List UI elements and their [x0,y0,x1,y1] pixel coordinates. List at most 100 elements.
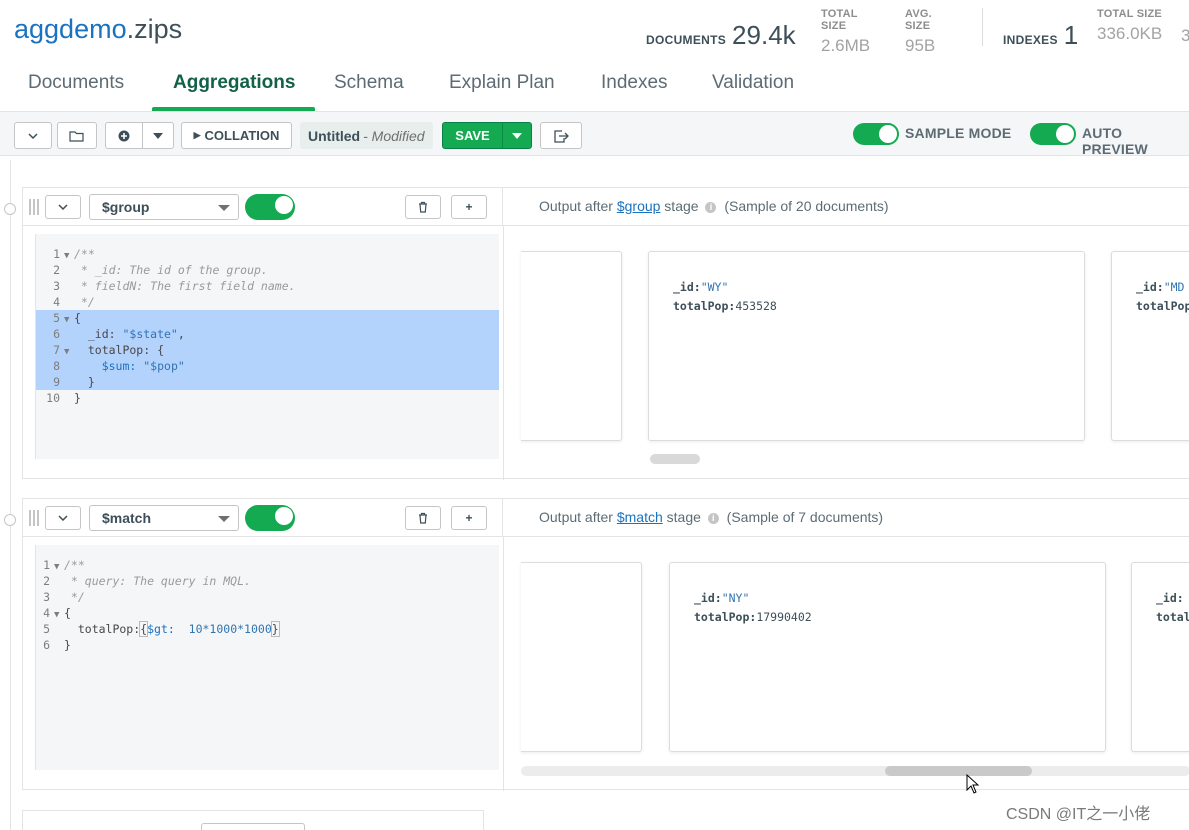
sample-mode-toggle[interactable] [853,123,899,145]
delete-stage-button[interactable] [405,506,441,530]
index-avg-size-value: 3 [1181,26,1189,45]
collection-name: .zips [126,14,183,44]
document-card: _id:"NY" totalPop:17990402 [669,562,1106,752]
code-line: 1 ▼/** [43,558,85,572]
caret-down-icon [218,516,230,522]
plus-circle-icon [118,130,130,141]
horizontal-scrollbar[interactable] [885,766,1032,776]
pipeline-name[interactable]: Untitled - Modified [300,122,433,149]
stage-match: $match + 1 ▼/** 2 * query: The query in M… [22,498,1189,791]
delete-stage-button[interactable] [405,195,441,219]
total-size-label: TOTAL SIZE [821,8,858,32]
code-line: 6 _id: "$state", [36,326,499,342]
stage-header: $group + [23,188,503,226]
code-line: 5 totalPop:{$gt: 10*1000*1000} [43,621,280,637]
collapse-stage-button[interactable] [45,506,81,530]
collapse-stage-button[interactable] [45,195,81,219]
info-icon[interactable]: i [705,202,717,213]
stage-docs-link[interactable]: $group [617,198,661,214]
horizontal-scrollbar[interactable] [650,454,700,464]
stage-docs-link[interactable]: $match [617,509,663,525]
total-size-value: 2.6MB [821,36,871,55]
pipeline-modified-text: - Modified [363,127,425,144]
avg-size-stat: AVG. SIZE 95B [905,8,935,56]
avg-size-label: AVG. SIZE [905,8,932,32]
document-card: _id: totalPop: [1131,562,1189,752]
stage-operator-select[interactable]: $match [89,505,239,531]
tab-indexes[interactable]: Indexes [601,72,668,94]
stage-output-header: Output after $match stage i (Sample of 7… [503,499,1189,537]
documents-stat: DOCUMENTS 29.4k [646,20,796,51]
sample-count: (Sample of 7 documents) [726,509,884,525]
stage-enabled-toggle[interactable] [245,194,295,220]
pipeline-name-text: Untitled [308,127,361,144]
save-dropdown[interactable] [503,123,531,148]
code-line: 2 * query: The query in MQL. [43,574,251,588]
document-card: _id:"MD totalPop: [1111,251,1189,441]
stage-code-editor[interactable]: 1 ▼/** 2 * query: The query in MQL. 3 */ … [35,545,499,770]
sample-mode-label: SAMPLE MODE [905,125,1012,141]
code-line: 4 ▼{ [43,606,71,620]
code-line: 3 * fieldN: The first field name. [53,279,296,293]
tab-schema[interactable]: Schema [334,72,404,94]
stage-operator-select[interactable]: $group [89,194,239,220]
tab-validation[interactable]: Validation [712,72,794,94]
trash-icon [419,512,427,524]
add-stage-after-button[interactable]: + [451,195,487,219]
caret-down-icon [218,205,230,211]
tab-explain-plan[interactable]: Explain Plan [449,72,555,94]
add-stage-after-button[interactable]: + [451,506,487,530]
output-prefix: Output after [539,198,617,214]
stage-enabled-toggle[interactable] [245,505,295,531]
documents-label: DOCUMENTS [646,33,727,47]
code-line: 7 ▼ totalPop: { [36,342,499,358]
stage-header: $match + [23,499,503,537]
output-suffix: stage [662,509,701,525]
code-line: 2 * _id: The id of the group. [53,263,268,277]
caret-down-icon [153,132,163,139]
pipeline-timeline [10,160,11,830]
code-line: 6} [43,638,71,652]
export-icon [554,129,569,143]
documents-value: 29.4k [732,20,796,50]
avg-size-value: 95B [905,36,936,55]
stage-output-header: Output after $group stage i (Sample of 2… [503,188,1189,226]
chevron-down-icon [28,132,38,139]
collation-button[interactable]: ▶ COLLATION [181,122,292,149]
stats-divider [982,8,983,46]
auto-preview-toggle[interactable] [1030,123,1076,145]
save-button[interactable]: SAVE [443,123,503,148]
horizontal-scroll-track [521,766,1189,776]
trash-icon [419,201,427,213]
drag-handle-icon[interactable] [29,199,41,215]
namespace-title: aggdemo.zips [14,14,182,45]
document-card [521,251,622,441]
code-line: 8 $sum: "$pop" [36,358,499,374]
new-pipeline-dropdown[interactable] [142,122,174,149]
add-stage-button[interactable] [201,823,305,830]
pipeline-toolbar: ▶ COLLATION Untitled - Modified SAVE SAMPL… [0,112,1189,157]
stage-group: $group + 1 ▼/** 2 * _id: The id of the gr… [22,187,1189,480]
document-card [521,562,642,752]
output-suffix: stage [660,198,699,214]
tab-aggregations[interactable]: Aggregations [173,72,295,94]
collation-label: COLLATION [204,128,280,143]
auto-preview-label: AUTO PREVIEW [1082,125,1148,157]
database-name[interactable]: aggdemo [14,14,127,44]
collapse-all-button[interactable] [14,122,52,149]
save-button-group: SAVE [442,122,532,149]
stage-code-editor[interactable]: 1 ▼/** 2 * _id: The id of the group. 3 * … [35,234,499,459]
open-saved-pipelines-button[interactable] [57,122,97,149]
info-icon[interactable]: i [707,513,719,524]
export-pipeline-button[interactable] [540,122,582,149]
stage-connector-dot [4,514,16,526]
indexes-label: INDEXES [1003,33,1058,47]
stage-connector-dot [4,203,16,215]
drag-handle-icon[interactable] [29,510,41,526]
chevron-down-icon [58,204,68,210]
chevron-down-icon [58,515,68,521]
folder-icon [69,130,84,142]
new-pipeline-button[interactable] [105,122,143,149]
code-line: 4 */ [53,295,95,309]
tab-documents[interactable]: Documents [28,72,124,94]
